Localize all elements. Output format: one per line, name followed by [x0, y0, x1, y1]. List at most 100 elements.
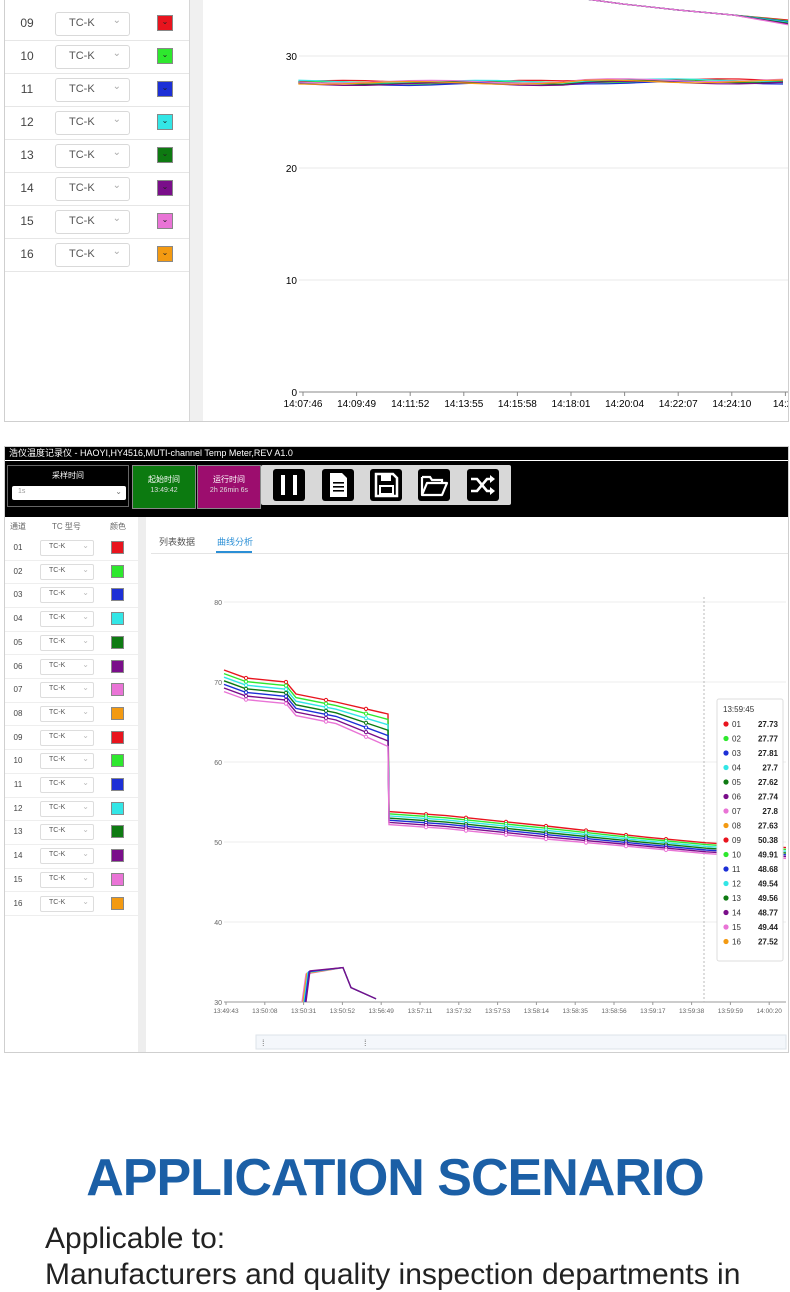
- tooltip-dot: [723, 909, 729, 916]
- tc-type-select[interactable]: TC-K ⌄: [55, 144, 130, 168]
- tc-type-select[interactable]: TC-K ⌄: [55, 12, 130, 36]
- open-folder-button[interactable]: [418, 469, 450, 501]
- channel-row: 10 TC-K ⌄: [5, 749, 138, 774]
- color-swatch[interactable]: [111, 706, 124, 720]
- color-swatch[interactable]: [111, 564, 124, 578]
- color-swatch[interactable]: [111, 801, 124, 815]
- chevron-down-icon: ⌄: [112, 48, 121, 59]
- data-point: [583, 840, 589, 845]
- color-swatch[interactable]: ⌄: [157, 48, 173, 64]
- tc-type-select[interactable]: TC-K ⌄: [55, 177, 130, 201]
- color-swatch[interactable]: [111, 730, 124, 744]
- tc-type-select[interactable]: TC-K ⌄: [40, 871, 94, 888]
- tooltip-channel: 03: [732, 749, 741, 758]
- color-swatch[interactable]: ⌄: [157, 180, 173, 196]
- color-swatch[interactable]: [111, 778, 124, 791]
- manufacturers-text: Manufacturers and quality inspection dep…: [45, 1258, 741, 1291]
- tc-type-select[interactable]: TC-K ⌄: [55, 78, 130, 102]
- x-tick-label: 14:13:55: [444, 399, 483, 410]
- tc-type-select[interactable]: TC-K ⌄: [40, 848, 94, 865]
- tc-type-value: TC-K: [49, 827, 66, 835]
- save-button[interactable]: [370, 469, 402, 501]
- color-swatch[interactable]: [111, 754, 124, 768]
- zoom-scrollbar[interactable]: [255, 1034, 787, 1050]
- tc-type-select[interactable]: TC-K ⌄: [40, 682, 94, 699]
- tc-type-select[interactable]: TC-K ⌄: [40, 895, 94, 912]
- tc-type-select[interactable]: TC-K ⌄: [40, 729, 94, 746]
- channel-row: 15 TC-K ⌄: [5, 868, 138, 893]
- document-button[interactable]: [322, 469, 354, 501]
- tc-type-value: TC-K: [49, 614, 66, 622]
- scroll-handle-right[interactable]: ⁞: [364, 1038, 367, 1048]
- tc-type-select[interactable]: TC-K ⌄: [40, 563, 94, 580]
- tc-type-value: TC-K: [69, 83, 95, 95]
- tc-type-select[interactable]: TC-K ⌄: [55, 243, 130, 267]
- tc-type-select[interactable]: TC-K ⌄: [55, 111, 130, 135]
- x-tick-label: 14:15:58: [498, 399, 537, 410]
- tc-type-select[interactable]: TC-K ⌄: [40, 634, 94, 651]
- tc-type-select[interactable]: TC-K ⌄: [55, 210, 130, 234]
- channel-number: 15: [13, 874, 23, 884]
- tc-type-value: TC-K: [49, 708, 66, 716]
- channel-number: 06: [13, 661, 23, 671]
- x-tick-label: 13:56:49: [369, 1008, 395, 1015]
- color-swatch[interactable]: [111, 896, 124, 910]
- color-swatch[interactable]: [111, 872, 124, 886]
- shuffle-button[interactable]: [467, 469, 499, 501]
- start-time-box: 起始时间 13:49:42: [132, 465, 196, 509]
- color-swatch[interactable]: [111, 541, 124, 554]
- color-swatch[interactable]: [111, 849, 124, 863]
- color-swatch[interactable]: ⌄: [157, 114, 173, 130]
- data-point: [623, 844, 629, 849]
- color-swatch[interactable]: ⌄: [157, 213, 173, 229]
- tc-type-select[interactable]: TC-K ⌄: [40, 658, 94, 675]
- color-swatch[interactable]: [111, 635, 124, 649]
- data-point: [423, 825, 429, 830]
- x-tick-label: 14:11:52: [391, 399, 430, 410]
- tc-type-select[interactable]: TC-K ⌄: [40, 800, 94, 817]
- tc-type-select[interactable]: TC-K ⌄: [40, 611, 94, 628]
- tc-type-select[interactable]: TC-K ⌄: [40, 540, 94, 556]
- color-swatch[interactable]: [111, 659, 124, 673]
- data-point: [243, 697, 249, 702]
- channel-number: 07: [13, 685, 23, 695]
- tooltip-channel: 02: [732, 735, 741, 744]
- color-swatch[interactable]: ⌄: [157, 81, 173, 97]
- tc-type-value: TC-K: [49, 898, 66, 906]
- color-swatch[interactable]: ⌄: [157, 246, 173, 262]
- save-icon: [374, 472, 399, 498]
- channel-number: 12: [13, 803, 23, 813]
- tc-type-select[interactable]: TC-K ⌄: [40, 777, 94, 793]
- chevron-down-icon: ⌄: [161, 50, 169, 59]
- tc-type-select[interactable]: TC-K ⌄: [55, 45, 130, 69]
- tc-type-value: TC-K: [69, 17, 95, 29]
- x-tick-label: 13:50:08: [252, 1008, 278, 1015]
- tooltip-value: 27.52: [758, 938, 779, 947]
- color-swatch[interactable]: ⌄: [157, 15, 173, 31]
- tc-type-select[interactable]: TC-K ⌄: [40, 824, 94, 841]
- chevron-down-icon: ⌄: [161, 116, 169, 125]
- pause-button[interactable]: [273, 469, 305, 501]
- color-swatch[interactable]: ⌄: [157, 147, 173, 163]
- chevron-down-icon: ⌄: [115, 487, 122, 496]
- start-time-label: 起始时间: [148, 475, 180, 484]
- section-heading: APPLICATION SCENARIO: [86, 1149, 705, 1207]
- run-time-box: 运行时间 2h 26min 6s: [197, 465, 261, 509]
- channel-number: 15: [20, 214, 34, 228]
- tc-type-select[interactable]: TC-K ⌄: [40, 705, 94, 722]
- color-swatch[interactable]: [111, 683, 124, 697]
- color-swatch[interactable]: [111, 612, 124, 626]
- tc-type-select[interactable]: TC-K ⌄: [40, 753, 94, 770]
- channel-row: 07 TC-K ⌄: [5, 678, 138, 703]
- x-tick-label: 13:58:14: [524, 1008, 550, 1015]
- tc-type-select[interactable]: TC-K ⌄: [40, 587, 94, 604]
- tab-list-data[interactable]: 列表数据: [159, 535, 195, 548]
- color-swatch[interactable]: [111, 825, 124, 839]
- y-tick-label: 70: [214, 680, 222, 687]
- color-swatch[interactable]: [111, 588, 124, 602]
- tab-curve-analysis[interactable]: 曲线分析: [217, 535, 253, 548]
- tab-divider: [151, 553, 788, 554]
- applicable-label: Applicable to:: [45, 1222, 226, 1255]
- scroll-handle-left[interactable]: ⁞: [262, 1038, 265, 1048]
- sample-time-select[interactable]: 1s ⌄: [12, 486, 126, 500]
